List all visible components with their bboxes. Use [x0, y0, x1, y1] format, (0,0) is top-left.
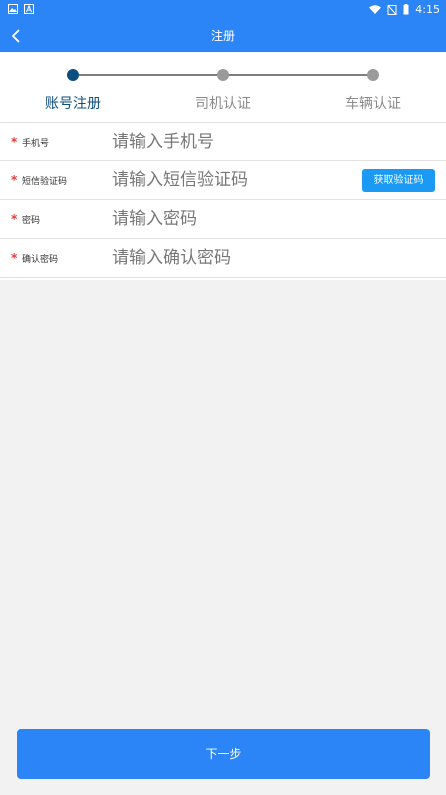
status-bar: 4:15 [0, 0, 446, 20]
status-left-icons [8, 4, 34, 14]
app-bar: 注册 [0, 20, 446, 52]
password-row: * 密码 [0, 200, 446, 239]
step-label-driver: 司机认证 [195, 96, 251, 112]
password-input[interactable] [112, 205, 342, 233]
confirm-password-row: * 确认密码 [0, 239, 446, 278]
a-icon [24, 4, 34, 14]
step-label-account: 账号注册 [45, 96, 101, 112]
stepper: 账号注册 司机认证 车辆认证 [0, 52, 446, 122]
step-dot-driver [217, 69, 229, 81]
step-dot-account [67, 69, 79, 81]
required-mark: * [11, 212, 18, 226]
step-label-vehicle: 车辆认证 [345, 96, 401, 112]
step-connector [223, 74, 373, 76]
next-step-button[interactable]: 下一步 [17, 729, 430, 779]
form-panel: 账号注册 司机认证 车辆认证 * 手机号 * 短信验证码 获取验证码 * 密码 … [0, 52, 446, 280]
no-sim-icon [387, 4, 397, 15]
status-time: 4:15 [415, 3, 440, 16]
sms-code-row: * 短信验证码 获取验证码 [0, 161, 446, 200]
sms-code-input[interactable] [112, 166, 342, 194]
step-dot-vehicle [367, 69, 379, 81]
get-code-button[interactable]: 获取验证码 [362, 169, 435, 192]
image-icon [8, 4, 18, 14]
sms-code-label: 短信验证码 [22, 177, 68, 187]
page-title: 注册 [210, 29, 235, 43]
phone-input[interactable] [112, 128, 342, 156]
required-mark: * [11, 135, 18, 149]
status-right-icons: 4:15 [369, 3, 440, 16]
confirm-password-label: 确认密码 [22, 255, 59, 265]
step-connector [73, 74, 223, 76]
battery-icon [403, 4, 409, 15]
confirm-password-input[interactable] [112, 244, 342, 272]
required-mark: * [11, 173, 18, 187]
required-mark: * [11, 251, 18, 265]
phone-label: 手机号 [22, 139, 50, 149]
phone-row: * 手机号 [0, 122, 446, 161]
password-label: 密码 [22, 216, 41, 226]
wifi-icon [369, 4, 382, 14]
